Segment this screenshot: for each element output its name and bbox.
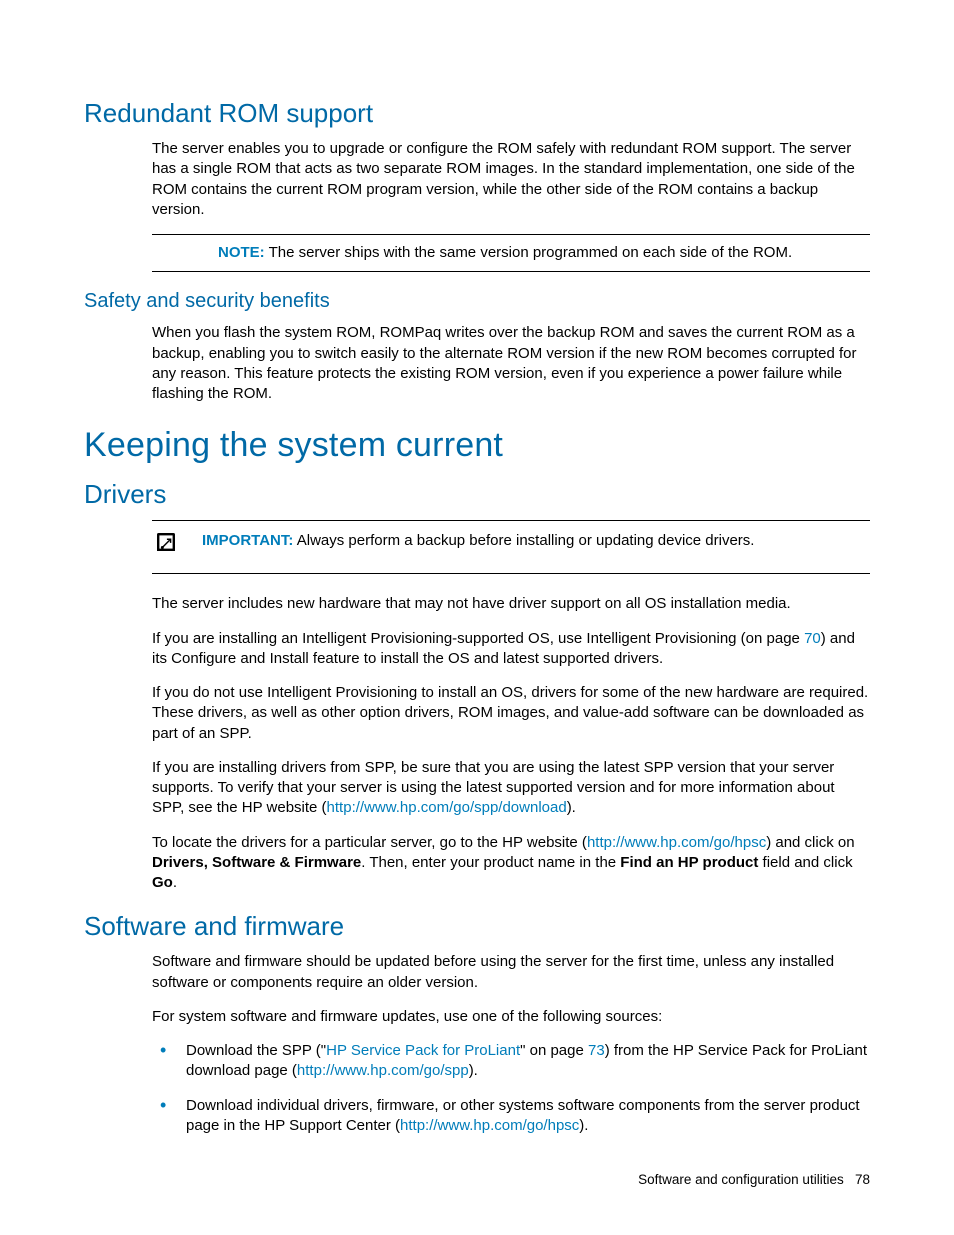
link-spp-download[interactable]: http://www.hp.com/go/spp/download bbox=[327, 799, 567, 816]
link-hpsc-2[interactable]: http://www.hp.com/go/hpsc bbox=[400, 1117, 579, 1134]
text: ). bbox=[469, 1062, 478, 1079]
safety-body: When you flash the system ROM, ROMPaq wr… bbox=[152, 323, 870, 404]
paragraph: If you are installing drivers from SPP, … bbox=[152, 758, 870, 819]
heading-keeping-current: Keeping the system current bbox=[84, 426, 870, 465]
text: . Then, enter your product name in the bbox=[361, 854, 620, 871]
text: Download the SPP (" bbox=[186, 1042, 326, 1059]
drivers-body: The server includes new hardware that ma… bbox=[152, 594, 870, 893]
list-item: Download the SPP ("HP Service Pack for P… bbox=[152, 1041, 870, 1082]
heading-software-firmware: Software and firmware bbox=[84, 911, 870, 942]
text: To locate the drivers for a particular s… bbox=[152, 834, 587, 851]
note-box: NOTE: The server ships with the same ver… bbox=[152, 234, 870, 272]
important-icon bbox=[152, 531, 180, 553]
text: field and click bbox=[758, 854, 852, 871]
text: ). bbox=[567, 799, 576, 816]
list-item: Download individual drivers, firmware, o… bbox=[152, 1096, 870, 1137]
footer-text: Software and configuration utilities bbox=[638, 1172, 844, 1187]
important-box: IMPORTANT: Always perform a backup befor… bbox=[152, 520, 870, 574]
heading-redundant-rom: Redundant ROM support bbox=[84, 98, 870, 129]
paragraph: The server enables you to upgrade or con… bbox=[152, 139, 870, 220]
page-number: 78 bbox=[855, 1172, 870, 1187]
paragraph: If you are installing an Intelligent Pro… bbox=[152, 629, 870, 670]
bold-text: Find an HP product bbox=[620, 854, 758, 871]
link-hpsc[interactable]: http://www.hp.com/go/hpsc bbox=[587, 834, 766, 851]
note-text: The server ships with the same version p… bbox=[265, 244, 792, 261]
bold-text: Drivers, Software & Firmware bbox=[152, 854, 361, 871]
heading-safety-benefits: Safety and security benefits bbox=[84, 290, 870, 313]
bullet-list: Download the SPP ("HP Service Pack for P… bbox=[152, 1041, 870, 1136]
text: " on page bbox=[520, 1042, 588, 1059]
paragraph: When you flash the system ROM, ROMPaq wr… bbox=[152, 323, 870, 404]
paragraph: For system software and firmware updates… bbox=[152, 1007, 870, 1027]
bold-text: Go bbox=[152, 874, 173, 891]
link-spp[interactable]: http://www.hp.com/go/spp bbox=[297, 1062, 469, 1079]
paragraph: If you do not use Intelligent Provisioni… bbox=[152, 683, 870, 744]
page-link-70[interactable]: 70 bbox=[804, 630, 821, 647]
page-link-73[interactable]: 73 bbox=[588, 1042, 605, 1059]
link-hp-service-pack[interactable]: HP Service Pack for ProLiant bbox=[326, 1042, 520, 1059]
paragraph: The server includes new hardware that ma… bbox=[152, 594, 870, 614]
software-firmware-body: Software and firmware should be updated … bbox=[152, 952, 870, 1027]
important-label: IMPORTANT: bbox=[202, 532, 293, 549]
important-text-col: IMPORTANT: Always perform a backup befor… bbox=[202, 531, 870, 551]
paragraph: Software and firmware should be updated … bbox=[152, 952, 870, 993]
text: . bbox=[173, 874, 177, 891]
note-label: NOTE: bbox=[218, 244, 265, 261]
paragraph: To locate the drivers for a particular s… bbox=[152, 833, 870, 894]
page-footer: Software and configuration utilities 78 bbox=[638, 1172, 870, 1187]
document-page: Redundant ROM support The server enables… bbox=[0, 0, 954, 1235]
important-text: Always perform a backup before installin… bbox=[293, 532, 754, 549]
redundant-rom-body: The server enables you to upgrade or con… bbox=[152, 139, 870, 220]
text: If you are installing an Intelligent Pro… bbox=[152, 630, 804, 647]
text: ) and click on bbox=[766, 834, 854, 851]
heading-drivers: Drivers bbox=[84, 479, 870, 510]
text: ). bbox=[579, 1117, 588, 1134]
